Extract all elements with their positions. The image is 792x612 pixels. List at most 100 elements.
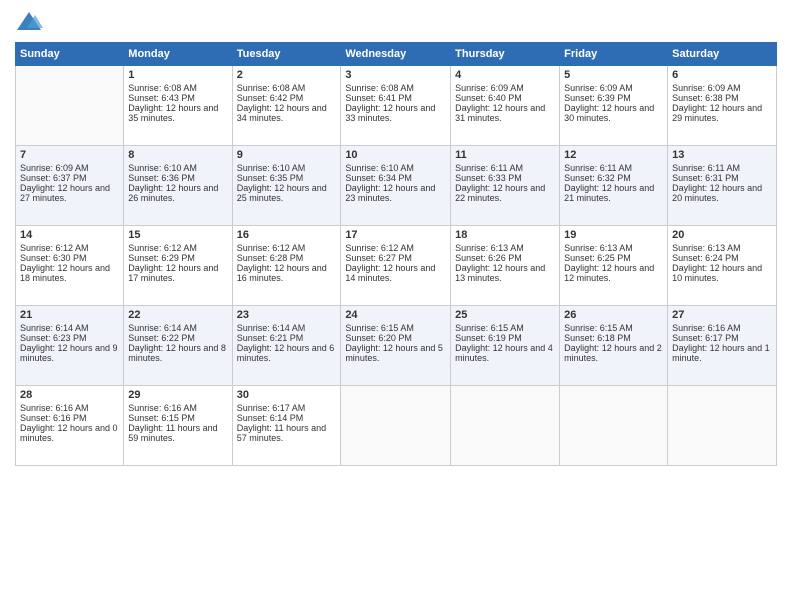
day-info: Sunrise: 6:09 AMSunset: 6:38 PMDaylight:…	[672, 83, 762, 123]
calendar-week-row: 28Sunrise: 6:16 AMSunset: 6:16 PMDayligh…	[16, 386, 777, 466]
day-info: Sunrise: 6:10 AMSunset: 6:35 PMDaylight:…	[237, 163, 327, 203]
calendar-cell: 15 Sunrise: 6:12 AMSunset: 6:29 PMDayligh…	[124, 226, 232, 306]
day-number: 15	[128, 229, 227, 241]
calendar-cell: 23 Sunrise: 6:14 AMSunset: 6:21 PMDayligh…	[232, 306, 341, 386]
calendar-cell: 19Sunrise: 6:13 AMSunset: 6:25 PMDayligh…	[560, 226, 668, 306]
day-info: Sunrise: 6:10 AMSunset: 6:36 PMDaylight:…	[128, 163, 218, 203]
day-info: Sunrise: 6:14 AMSunset: 6:23 PMDaylight:…	[20, 323, 118, 363]
day-number: 3	[345, 69, 446, 81]
day-number: 6	[672, 69, 772, 81]
day-number: 16	[237, 229, 337, 241]
calendar-cell: 18 Sunrise: 6:13 AMSunset: 6:26 PMDayligh…	[451, 226, 560, 306]
day-header-monday: Monday	[124, 43, 232, 66]
day-number: 8	[128, 149, 227, 161]
logo	[15, 10, 47, 34]
day-info: Sunrise: 6:15 AMSunset: 6:18 PMDaylight:…	[564, 323, 662, 363]
day-number: 30	[237, 389, 337, 401]
day-number: 2	[237, 69, 337, 81]
day-info: Sunrise: 6:09 AMSunset: 6:37 PMDaylight:…	[20, 163, 110, 203]
day-number: 22	[128, 309, 227, 321]
calendar-cell: 7 Sunrise: 6:09 AMSunset: 6:37 PMDaylight…	[16, 146, 124, 226]
header	[15, 10, 777, 34]
day-number: 11	[455, 149, 555, 161]
day-info: Sunrise: 6:14 AMSunset: 6:22 PMDaylight:…	[128, 323, 226, 363]
day-number: 28	[20, 389, 119, 401]
day-info: Sunrise: 6:08 AMSunset: 6:42 PMDaylight:…	[237, 83, 327, 123]
day-info: Sunrise: 6:16 AMSunset: 6:17 PMDaylight:…	[672, 323, 770, 363]
day-number: 21	[20, 309, 119, 321]
day-header-wednesday: Wednesday	[341, 43, 451, 66]
day-info: Sunrise: 6:16 AMSunset: 6:15 PMDaylight:…	[128, 403, 217, 443]
calendar-cell: 24 Sunrise: 6:15 AMSunset: 6:20 PMDayligh…	[341, 306, 451, 386]
day-info: Sunrise: 6:15 AMSunset: 6:20 PMDaylight:…	[345, 323, 443, 363]
day-info: Sunrise: 6:14 AMSunset: 6:21 PMDaylight:…	[237, 323, 335, 363]
calendar-cell: 16 Sunrise: 6:12 AMSunset: 6:28 PMDayligh…	[232, 226, 341, 306]
day-header-sunday: Sunday	[16, 43, 124, 66]
day-info: Sunrise: 6:12 AMSunset: 6:28 PMDaylight:…	[237, 243, 327, 283]
page: SundayMondayTuesdayWednesdayThursdayFrid…	[0, 0, 792, 612]
day-header-friday: Friday	[560, 43, 668, 66]
day-info: Sunrise: 6:11 AMSunset: 6:32 PMDaylight:…	[564, 163, 654, 203]
day-number: 10	[345, 149, 446, 161]
calendar-cell: 26Sunrise: 6:15 AMSunset: 6:18 PMDayligh…	[560, 306, 668, 386]
day-info: Sunrise: 6:12 AMSunset: 6:29 PMDaylight:…	[128, 243, 218, 283]
calendar-week-row: 14 Sunrise: 6:12 AMSunset: 6:30 PMDayligh…	[16, 226, 777, 306]
calendar-cell: 1Sunrise: 6:08 AMSunset: 6:43 PMDaylight…	[124, 66, 232, 146]
day-number: 27	[672, 309, 772, 321]
calendar-cell: 20 Sunrise: 6:13 AMSunset: 6:24 PMDayligh…	[668, 226, 777, 306]
day-number: 12	[564, 149, 663, 161]
day-number: 7	[20, 149, 119, 161]
calendar-cell: 11 Sunrise: 6:11 AMSunset: 6:33 PMDayligh…	[451, 146, 560, 226]
day-header-saturday: Saturday	[668, 43, 777, 66]
calendar-cell: 14 Sunrise: 6:12 AMSunset: 6:30 PMDayligh…	[16, 226, 124, 306]
day-info: Sunrise: 6:09 AMSunset: 6:39 PMDaylight:…	[564, 83, 654, 123]
calendar-cell: 9 Sunrise: 6:10 AMSunset: 6:35 PMDaylight…	[232, 146, 341, 226]
day-number: 5	[564, 69, 663, 81]
calendar-cell	[451, 386, 560, 466]
calendar-cell: 10Sunrise: 6:10 AMSunset: 6:34 PMDayligh…	[341, 146, 451, 226]
day-number: 18	[455, 229, 555, 241]
calendar-cell: 5 Sunrise: 6:09 AMSunset: 6:39 PMDaylight…	[560, 66, 668, 146]
calendar-cell: 22 Sunrise: 6:14 AMSunset: 6:22 PMDayligh…	[124, 306, 232, 386]
calendar-cell	[560, 386, 668, 466]
calendar-cell: 6 Sunrise: 6:09 AMSunset: 6:38 PMDaylight…	[668, 66, 777, 146]
day-info: Sunrise: 6:12 AMSunset: 6:30 PMDaylight:…	[20, 243, 110, 283]
calendar-table: SundayMondayTuesdayWednesdayThursdayFrid…	[15, 42, 777, 466]
calendar-cell: 25Sunrise: 6:15 AMSunset: 6:19 PMDayligh…	[451, 306, 560, 386]
day-number: 19	[564, 229, 663, 241]
day-info: Sunrise: 6:08 AMSunset: 6:41 PMDaylight:…	[345, 83, 435, 123]
calendar-cell	[341, 386, 451, 466]
calendar-week-row: 1Sunrise: 6:08 AMSunset: 6:43 PMDaylight…	[16, 66, 777, 146]
day-number: 14	[20, 229, 119, 241]
calendar-week-row: 7 Sunrise: 6:09 AMSunset: 6:37 PMDaylight…	[16, 146, 777, 226]
logo-icon	[15, 10, 43, 34]
calendar-cell: 27 Sunrise: 6:16 AMSunset: 6:17 PMDayligh…	[668, 306, 777, 386]
day-number: 24	[345, 309, 446, 321]
calendar-week-row: 21 Sunrise: 6:14 AMSunset: 6:23 PMDayligh…	[16, 306, 777, 386]
calendar-cell	[668, 386, 777, 466]
calendar-cell: 13Sunrise: 6:11 AMSunset: 6:31 PMDayligh…	[668, 146, 777, 226]
calendar-cell: 30Sunrise: 6:17 AMSunset: 6:14 PMDayligh…	[232, 386, 341, 466]
calendar-cell: 4Sunrise: 6:09 AMSunset: 6:40 PMDaylight…	[451, 66, 560, 146]
calendar-header-row: SundayMondayTuesdayWednesdayThursdayFrid…	[16, 43, 777, 66]
day-header-thursday: Thursday	[451, 43, 560, 66]
calendar-cell: 29Sunrise: 6:16 AMSunset: 6:15 PMDayligh…	[124, 386, 232, 466]
calendar-cell	[16, 66, 124, 146]
day-info: Sunrise: 6:12 AMSunset: 6:27 PMDaylight:…	[345, 243, 435, 283]
calendar-body: 1Sunrise: 6:08 AMSunset: 6:43 PMDaylight…	[16, 66, 777, 466]
day-info: Sunrise: 6:15 AMSunset: 6:19 PMDaylight:…	[455, 323, 553, 363]
calendar-cell: 17 Sunrise: 6:12 AMSunset: 6:27 PMDayligh…	[341, 226, 451, 306]
day-number: 17	[345, 229, 446, 241]
calendar-cell: 8 Sunrise: 6:10 AMSunset: 6:36 PMDaylight…	[124, 146, 232, 226]
day-info: Sunrise: 6:11 AMSunset: 6:33 PMDaylight:…	[455, 163, 545, 203]
day-info: Sunrise: 6:13 AMSunset: 6:26 PMDaylight:…	[455, 243, 545, 283]
calendar-cell: 2 Sunrise: 6:08 AMSunset: 6:42 PMDaylight…	[232, 66, 341, 146]
calendar-cell: 28Sunrise: 6:16 AMSunset: 6:16 PMDayligh…	[16, 386, 124, 466]
day-header-tuesday: Tuesday	[232, 43, 341, 66]
day-number: 23	[237, 309, 337, 321]
day-number: 9	[237, 149, 337, 161]
day-info: Sunrise: 6:09 AMSunset: 6:40 PMDaylight:…	[455, 83, 545, 123]
day-info: Sunrise: 6:13 AMSunset: 6:24 PMDaylight:…	[672, 243, 762, 283]
day-number: 20	[672, 229, 772, 241]
day-info: Sunrise: 6:08 AMSunset: 6:43 PMDaylight:…	[128, 83, 218, 123]
